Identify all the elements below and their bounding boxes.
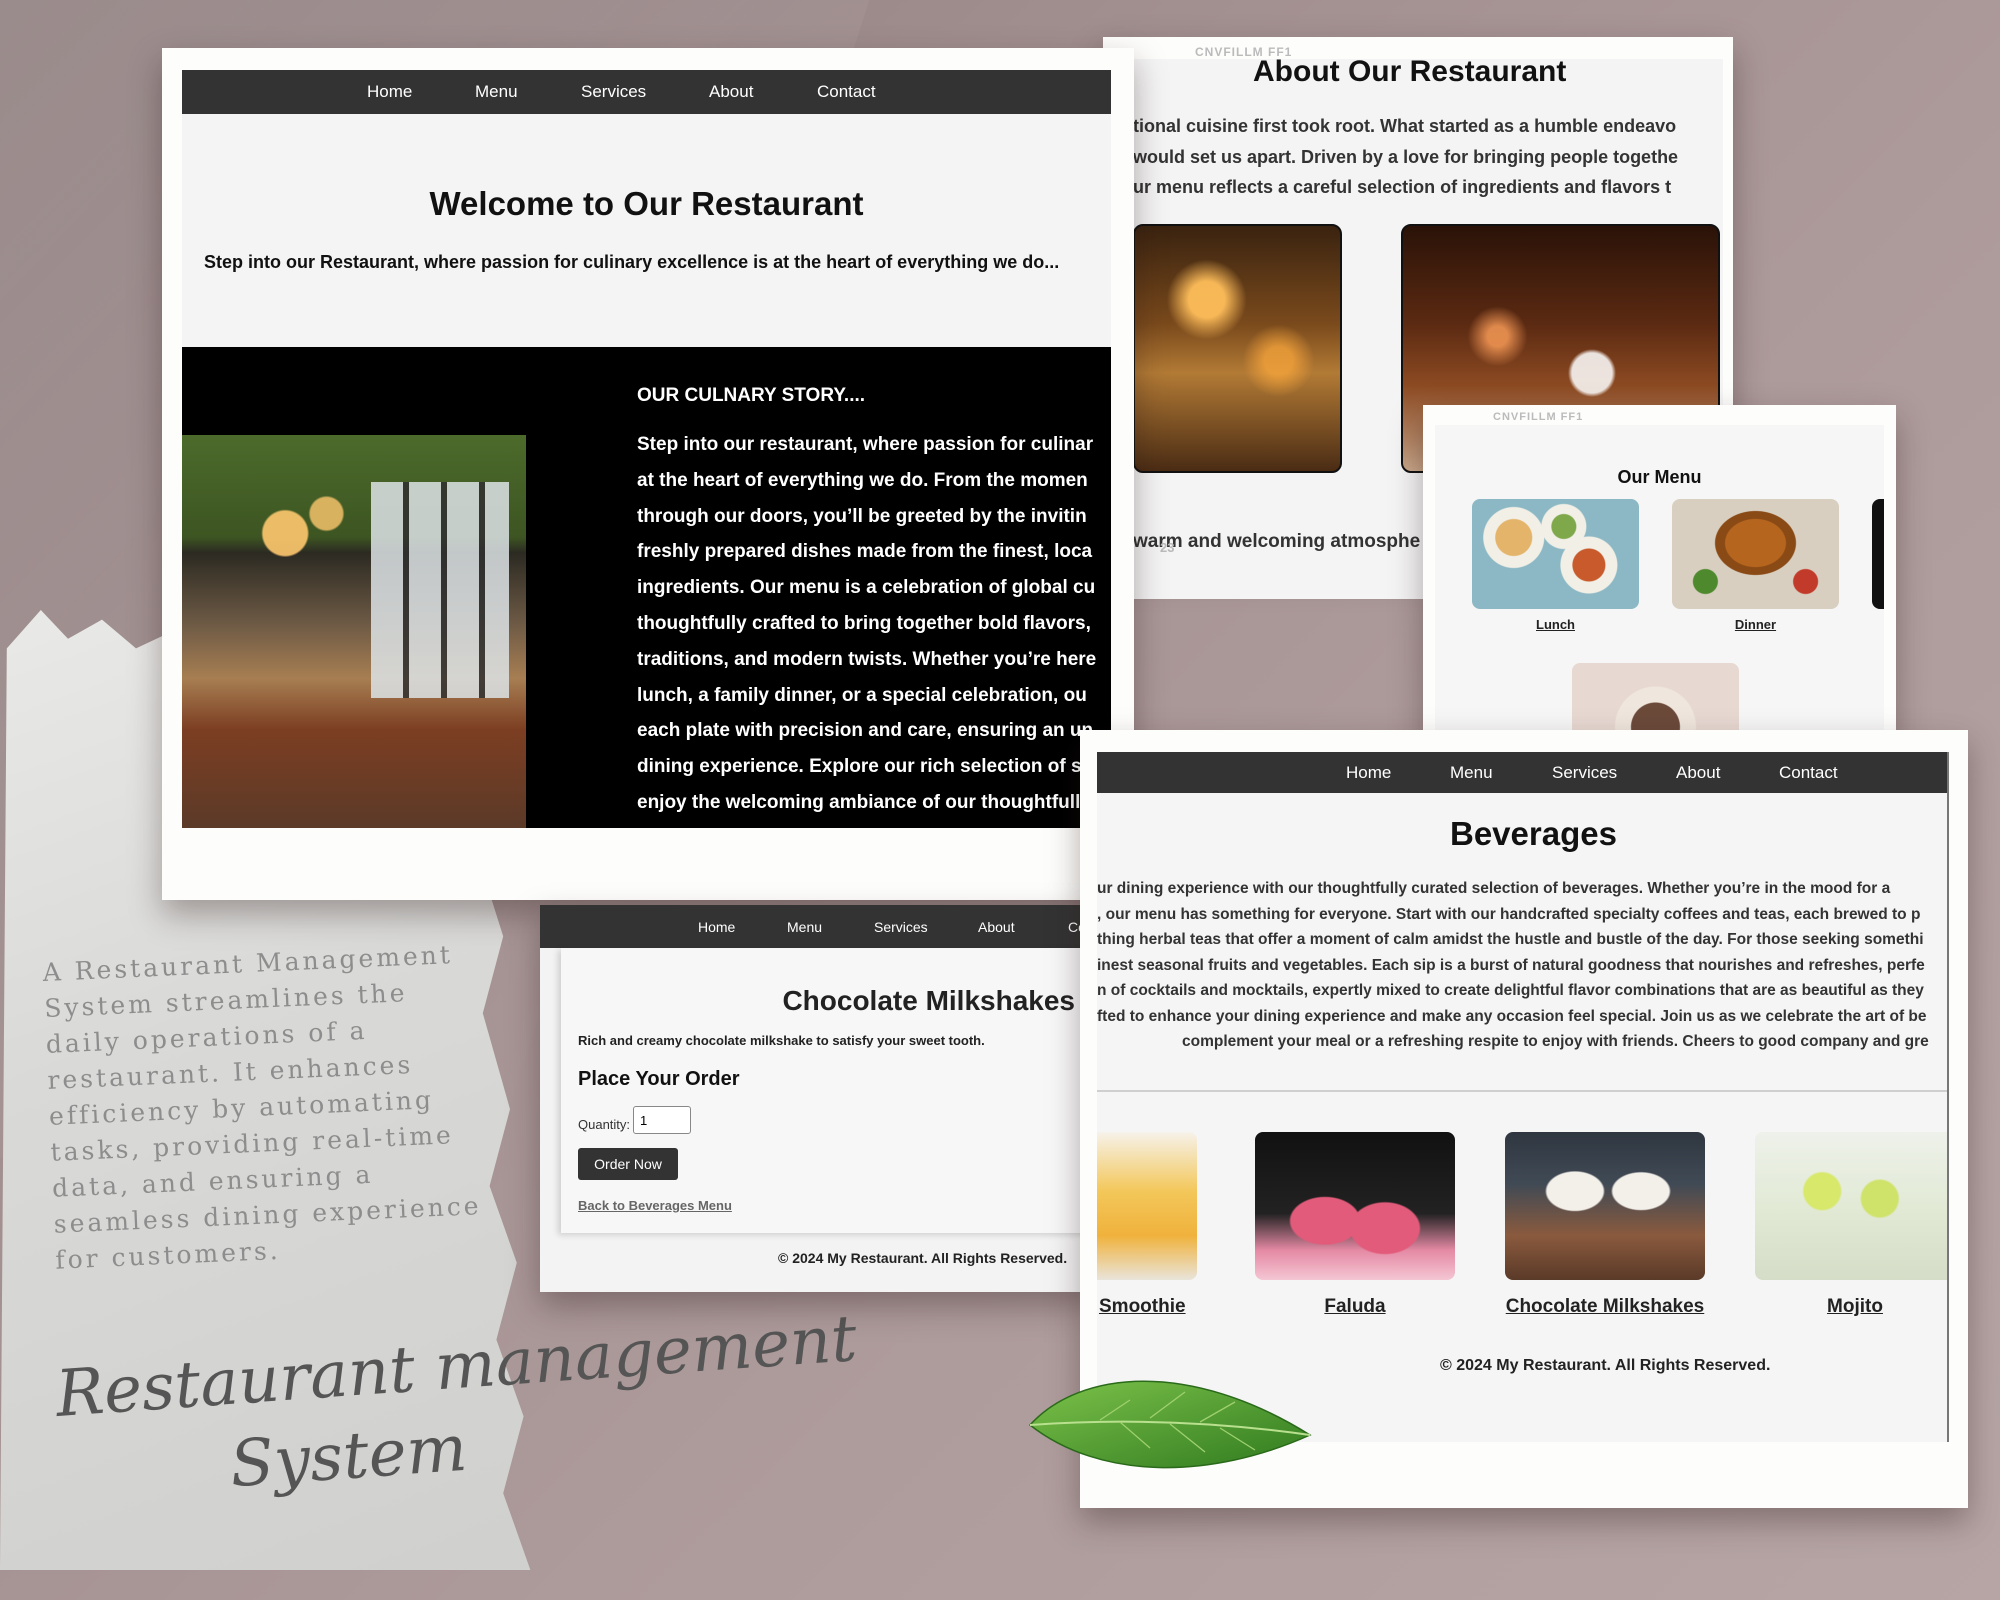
story-line: lunch, a family dinner, or a special cel…	[637, 684, 1087, 706]
beverages-nav-bar: Home Menu Services About Contact	[1097, 752, 1947, 793]
beverages-divider	[1097, 1090, 1947, 1092]
home-page-screen: Home Menu Services About Contact Welcome…	[182, 70, 1111, 828]
nav-services[interactable]: Services	[874, 919, 928, 935]
restaurant-interior-photo	[182, 435, 526, 828]
product-title: Chocolate Milkshakes	[782, 985, 1075, 1016]
nav-services[interactable]: Services	[581, 82, 646, 102]
home-nav-bar: Home Menu Services About Contact	[182, 70, 1111, 114]
nav-home[interactable]: Home	[1346, 763, 1391, 783]
menu-page-screen: Our Menu Lunch Dinner	[1435, 425, 1884, 745]
beverage-item-mojito[interactable]: Mojito	[1755, 1296, 1947, 1318]
beverages-line: inest seasonal fruits and vegetables. Ea…	[1097, 956, 1925, 974]
about-line-3: ur menu reflects a careful selection of …	[1133, 177, 1672, 197]
beverage-item-faluda[interactable]: Faluda	[1255, 1296, 1455, 1318]
product-page-screen: Home Menu Services About Co Chocolate Mi…	[540, 905, 1095, 1292]
beverages-page-screen: Home Menu Services About Contact Beverag…	[1097, 752, 1949, 1442]
leaf-icon	[1028, 1380, 1312, 1469]
back-to-beverages-link[interactable]: Back to Beverages Menu	[578, 1198, 732, 1213]
beverages-line: thing herbal teas that offer a moment of…	[1097, 931, 1924, 948]
home-page-frame: Home Menu Services About Contact Welcome…	[162, 48, 1134, 900]
product-nav-bar: Home Menu Services About Co	[540, 905, 1095, 948]
mojito-photo[interactable]	[1755, 1132, 1947, 1280]
nav-contact[interactable]: Contact	[1779, 763, 1838, 783]
next-item-photo-edge	[1872, 499, 1884, 609]
about-line-1: tional cuisine first took root. What sta…	[1133, 116, 1677, 136]
story-line: traditions, and modern twists. Whether y…	[637, 648, 1097, 670]
beverages-line: , our menu has something for everyone. S…	[1097, 905, 1921, 923]
lunch-photo[interactable]	[1472, 499, 1639, 609]
order-now-button[interactable]: Order Now	[578, 1148, 678, 1180]
story-line: enjoy the welcoming ambiance of our thou…	[637, 791, 1091, 813]
nav-menu[interactable]: Menu	[787, 919, 822, 935]
dinner-photo[interactable]	[1672, 499, 1839, 609]
story-line: at the heart of everything we do. From t…	[637, 469, 1088, 491]
smoothie-photo[interactable]	[1097, 1132, 1197, 1280]
menu-item-lunch[interactable]: Lunch	[1472, 617, 1639, 632]
welcome-title: Welcome to Our Restaurant	[429, 185, 864, 222]
story-line: through our doors, you’ll be greeted by …	[637, 505, 1087, 527]
beverages-line: complement your meal or a refreshing res…	[1182, 1033, 1929, 1050]
story-line: freshly prepared dishes made from the fi…	[637, 541, 1093, 563]
quantity-input[interactable]	[633, 1106, 691, 1134]
beverages-footer: © 2024 My Restaurant. All Rights Reserve…	[1440, 1357, 1771, 1374]
story-heading: OUR CULNARY STORY....	[637, 385, 866, 406]
film-watermark: CNVFILLM FF1	[1195, 45, 1293, 59]
story-section: OUR CULNARY STORY.... Step into our rest…	[182, 347, 1111, 828]
beverages-line: n of cocktails and mocktails, expertly m…	[1097, 982, 1924, 999]
menu-page-frame: CNVFILLM FF1 Our Menu Lunch Dinner	[1423, 405, 1896, 745]
beverage-item-smoothie[interactable]: Smoothie	[1099, 1296, 1186, 1318]
story-line: each plate with precision and care, ensu…	[637, 720, 1094, 742]
product-description: Rich and creamy chocolate milkshake to s…	[578, 1033, 985, 1048]
product-page-frame: Home Menu Services About Co Chocolate Mi…	[540, 905, 1095, 1292]
menu-title: Our Menu	[1617, 467, 1702, 487]
bar-interior-photo	[1133, 224, 1342, 473]
nav-services[interactable]: Services	[1552, 763, 1617, 783]
about-bottom-line: warm and welcoming atmosphe	[1133, 531, 1421, 552]
story-line: Step into our restaurant, where passion …	[637, 434, 1094, 455]
system-description: A Restaurant Management System streamlin…	[42, 940, 483, 1275]
beverage-item-chocolate-milkshakes[interactable]: Chocolate Milkshakes	[1495, 1296, 1715, 1318]
product-card: Chocolate Milkshakes Rich and creamy cho…	[561, 948, 1095, 1233]
about-line-2: would set us apart. Driven by a love for…	[1133, 147, 1679, 167]
beverages-line: ur dining experience with our thoughtful…	[1097, 880, 1891, 897]
welcome-subtitle: Step into our Restaurant, where passion …	[204, 252, 1060, 272]
nav-home[interactable]: Home	[367, 82, 412, 102]
faluda-photo[interactable]	[1255, 1132, 1455, 1280]
about-title: About Our Restaurant	[1253, 59, 1567, 88]
film-watermark: CNVFILLM FF1	[1493, 411, 1584, 423]
nav-about[interactable]: About	[978, 919, 1015, 935]
nav-menu[interactable]: Menu	[475, 82, 518, 102]
beverages-line: fted to enhance your dining experience a…	[1097, 1007, 1927, 1025]
product-footer: © 2024 My Restaurant. All Rights Reserve…	[778, 1250, 1068, 1266]
story-line: thoughtfully crafted to bring together b…	[637, 612, 1091, 634]
chocolate-milkshake-photo[interactable]	[1505, 1132, 1705, 1280]
quantity-label: Quantity:	[578, 1117, 631, 1132]
story-line: ingredients. Our menu is a celebration o…	[637, 577, 1096, 599]
beverages-title: Beverages	[1450, 815, 1617, 852]
nav-about[interactable]: About	[709, 82, 753, 102]
story-line: dining experience. Explore our rich sele…	[637, 756, 1099, 778]
nav-about[interactable]: About	[1676, 763, 1720, 783]
beverages-text: ur dining experience with our thoughtful…	[1097, 876, 1929, 1055]
menu-item-dinner[interactable]: Dinner	[1672, 617, 1839, 632]
order-heading: Place Your Order	[578, 1068, 740, 1090]
nav-home[interactable]: Home	[698, 919, 735, 935]
story-text: Step into our restaurant, where passion …	[637, 427, 1098, 821]
film-frame-number: 23	[1160, 540, 1175, 555]
nav-menu[interactable]: Menu	[1450, 763, 1493, 783]
nav-contact[interactable]: Contact	[817, 82, 876, 102]
